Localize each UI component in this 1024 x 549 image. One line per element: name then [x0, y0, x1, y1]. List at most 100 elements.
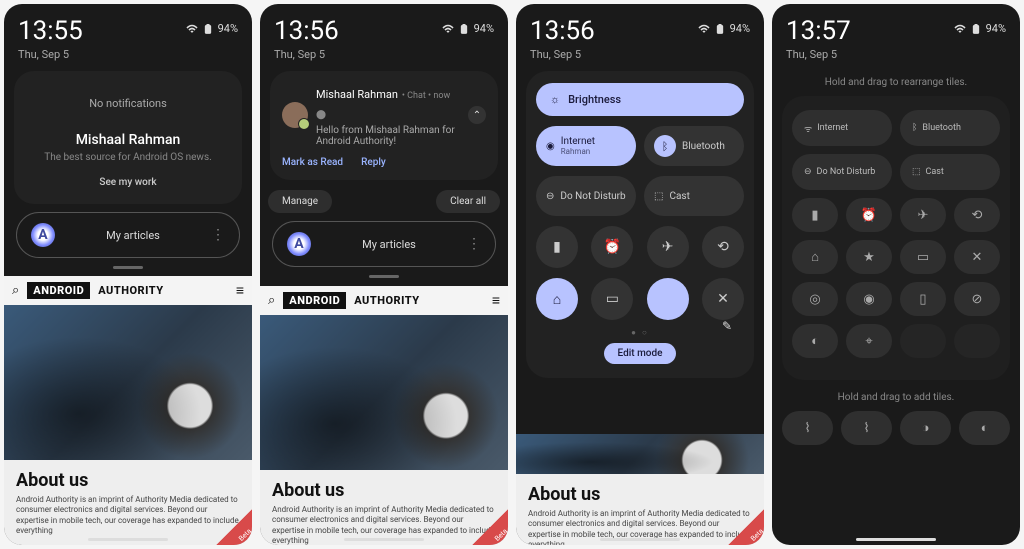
glance-author: Mishaal Rahman — [26, 132, 230, 148]
edit-mode-button[interactable]: Edit mode — [604, 343, 677, 364]
hero-image — [260, 315, 508, 470]
autorotate-tile[interactable]: ⟲ — [954, 198, 1000, 232]
more-icon[interactable]: ⋮ — [211, 227, 225, 243]
dnd-icon: ⊖ — [546, 191, 554, 202]
wallet-tile[interactable]: ▭ — [900, 240, 946, 274]
reply-button[interactable]: Reply — [361, 157, 386, 168]
flashlight-tile[interactable]: ▮ — [536, 226, 578, 268]
manage-button[interactable]: Manage — [268, 190, 332, 213]
browser-content[interactable]: ⌕ ANDROID AUTHORITY ≡ About us Android A… — [260, 286, 508, 545]
internet-tile[interactable]: ᯤInternet — [792, 110, 892, 146]
hero-image — [4, 305, 252, 460]
notification-card[interactable]: Mishaal Rahman • Chat • now ⬤ Hello from… — [270, 71, 498, 180]
collapse-icon[interactable]: ⌃ — [468, 106, 486, 124]
battery-icon — [970, 24, 982, 34]
notification-shade[interactable]: No notifications Mishaal Rahman The best… — [14, 71, 242, 204]
bluetooth-tile[interactable]: ᛒBluetooth — [900, 110, 1000, 146]
contrast-tile[interactable]: ◐ — [792, 324, 838, 358]
dashboard-tile[interactable]: ⌖ — [846, 324, 892, 358]
app-badge-icon — [298, 118, 310, 130]
airplane-tile[interactable]: ✈ — [900, 198, 946, 232]
extra-tile-4[interactable]: ◐ — [959, 411, 1010, 445]
author-avatar-icon: A — [31, 223, 55, 247]
battery-icon — [458, 24, 470, 34]
autorotate-tile[interactable]: ⟲ — [702, 226, 744, 268]
extra-tile-1[interactable]: ⌇ — [782, 411, 833, 445]
battery-pct: 94% — [730, 22, 750, 35]
menu-icon[interactable]: ≡ — [492, 292, 500, 309]
wifi-icon — [186, 24, 198, 34]
drag-handle[interactable] — [369, 275, 399, 278]
edit-pencil-icon[interactable]: ✎ — [722, 319, 732, 333]
clear-all-button[interactable]: Clear all — [436, 190, 500, 213]
extra-tile-2[interactable]: ⌇ — [841, 411, 892, 445]
gesture-bar[interactable] — [600, 538, 680, 541]
mic-off-tile[interactable]: ⊘ — [954, 282, 1000, 316]
dnd-icon: ⊖ — [804, 167, 812, 177]
dnd-tile[interactable]: ⊖Do Not Disturb — [536, 176, 636, 216]
alarm-tile[interactable]: ⏰ — [591, 226, 633, 268]
location-tile[interactable]: ◎ — [792, 282, 838, 316]
battery-pct: 94% — [474, 22, 494, 35]
search-icon[interactable]: ⌕ — [268, 293, 275, 308]
wallet-tile[interactable]: ▭ — [591, 278, 633, 320]
browser-content[interactable]: About us Android Authority is an imprint… — [516, 434, 764, 545]
extra-tile-3[interactable]: ◑ — [900, 411, 951, 445]
gesture-bar[interactable] — [344, 538, 424, 541]
home-tile[interactable]: ⌂ — [792, 240, 838, 274]
my-articles-button[interactable]: A My articles ⋮ — [272, 221, 496, 267]
site-logo-boxed[interactable]: ANDROID — [283, 292, 346, 309]
bluetooth-icon: ᛒ — [654, 135, 676, 157]
status-icons: 94% — [698, 22, 750, 35]
dnd-tile[interactable]: ⊖Do Not Disturb — [792, 154, 892, 190]
drag-handle[interactable] — [113, 266, 143, 269]
home-tile[interactable]: ⌂ — [536, 278, 578, 320]
clock: 13:56 — [274, 16, 339, 46]
tile-editor-panel[interactable]: ᯤInternet ᛒBluetooth ⊖Do Not Disturb ⬚Ca… — [782, 96, 1010, 380]
flashlight-tile[interactable]: ▮ — [792, 198, 838, 232]
notif-body: Hello from Mishaal Rahman for Android Au… — [316, 125, 460, 147]
battery-icon — [714, 24, 726, 34]
site-logo-text: AUTHORITY — [354, 294, 419, 307]
nearby-tile[interactable]: ✕ — [702, 278, 744, 320]
bluetooth-icon: ᛒ — [912, 123, 917, 133]
alarm-tile[interactable]: ⏰ — [846, 198, 892, 232]
nearby-tile[interactable]: ✕ — [954, 240, 1000, 274]
see-my-work-link[interactable]: See my work — [26, 177, 230, 188]
cast-icon: ⬚ — [912, 167, 921, 177]
wifi-icon — [442, 24, 454, 34]
corner-ribbon — [216, 509, 252, 545]
empty-slot[interactable] — [954, 324, 1000, 358]
site-logo-boxed[interactable]: ANDROID — [27, 282, 90, 299]
empty-slot[interactable] — [900, 324, 946, 358]
corner-ribbon — [472, 509, 508, 545]
brightness-label: Brightness — [568, 93, 621, 106]
cast-tile[interactable]: ⬚Cast — [644, 176, 744, 216]
star-tile[interactable]: ★ — [846, 240, 892, 274]
gesture-bar[interactable] — [856, 538, 936, 541]
add-tiles-hint: Hold and drag to add tiles. — [772, 392, 1020, 403]
status-icons: 94% — [186, 22, 238, 35]
browser-content[interactable]: ⌕ ANDROID AUTHORITY ≡ About us Android A… — [4, 276, 252, 545]
bluetooth-tile[interactable]: ᛒ Bluetooth — [644, 126, 744, 166]
battery-saver-tile[interactable]: ▯ — [900, 282, 946, 316]
my-articles-button[interactable]: A My articles ⋮ — [16, 212, 240, 258]
airplane-tile[interactable]: ✈ — [647, 226, 689, 268]
hero-image — [516, 434, 764, 474]
cast-tile[interactable]: ⬚Cast — [900, 154, 1000, 190]
gesture-bar[interactable] — [88, 538, 168, 541]
brightness-slider[interactable]: ☼ Brightness — [536, 83, 744, 116]
more-icon[interactable]: ⋮ — [467, 236, 481, 252]
mark-as-read-button[interactable]: Mark as Read — [282, 157, 343, 168]
menu-icon[interactable]: ≡ — [236, 282, 244, 299]
blank-on-tile[interactable] — [647, 278, 689, 320]
no-notifications-label: No notifications — [26, 87, 230, 120]
battery-pct: 94% — [986, 22, 1006, 35]
search-icon[interactable]: ⌕ — [12, 283, 19, 298]
clock: 13:56 — [530, 16, 595, 46]
hotspot-tile[interactable]: ◉ — [846, 282, 892, 316]
internet-tile[interactable]: ◉ InternetRahman — [536, 126, 636, 166]
clock: 13:55 — [18, 16, 83, 46]
quick-settings-panel[interactable]: ☼ Brightness ◉ InternetRahman ᛒ Bluetoot… — [526, 71, 754, 378]
status-icons: 94% — [442, 22, 494, 35]
